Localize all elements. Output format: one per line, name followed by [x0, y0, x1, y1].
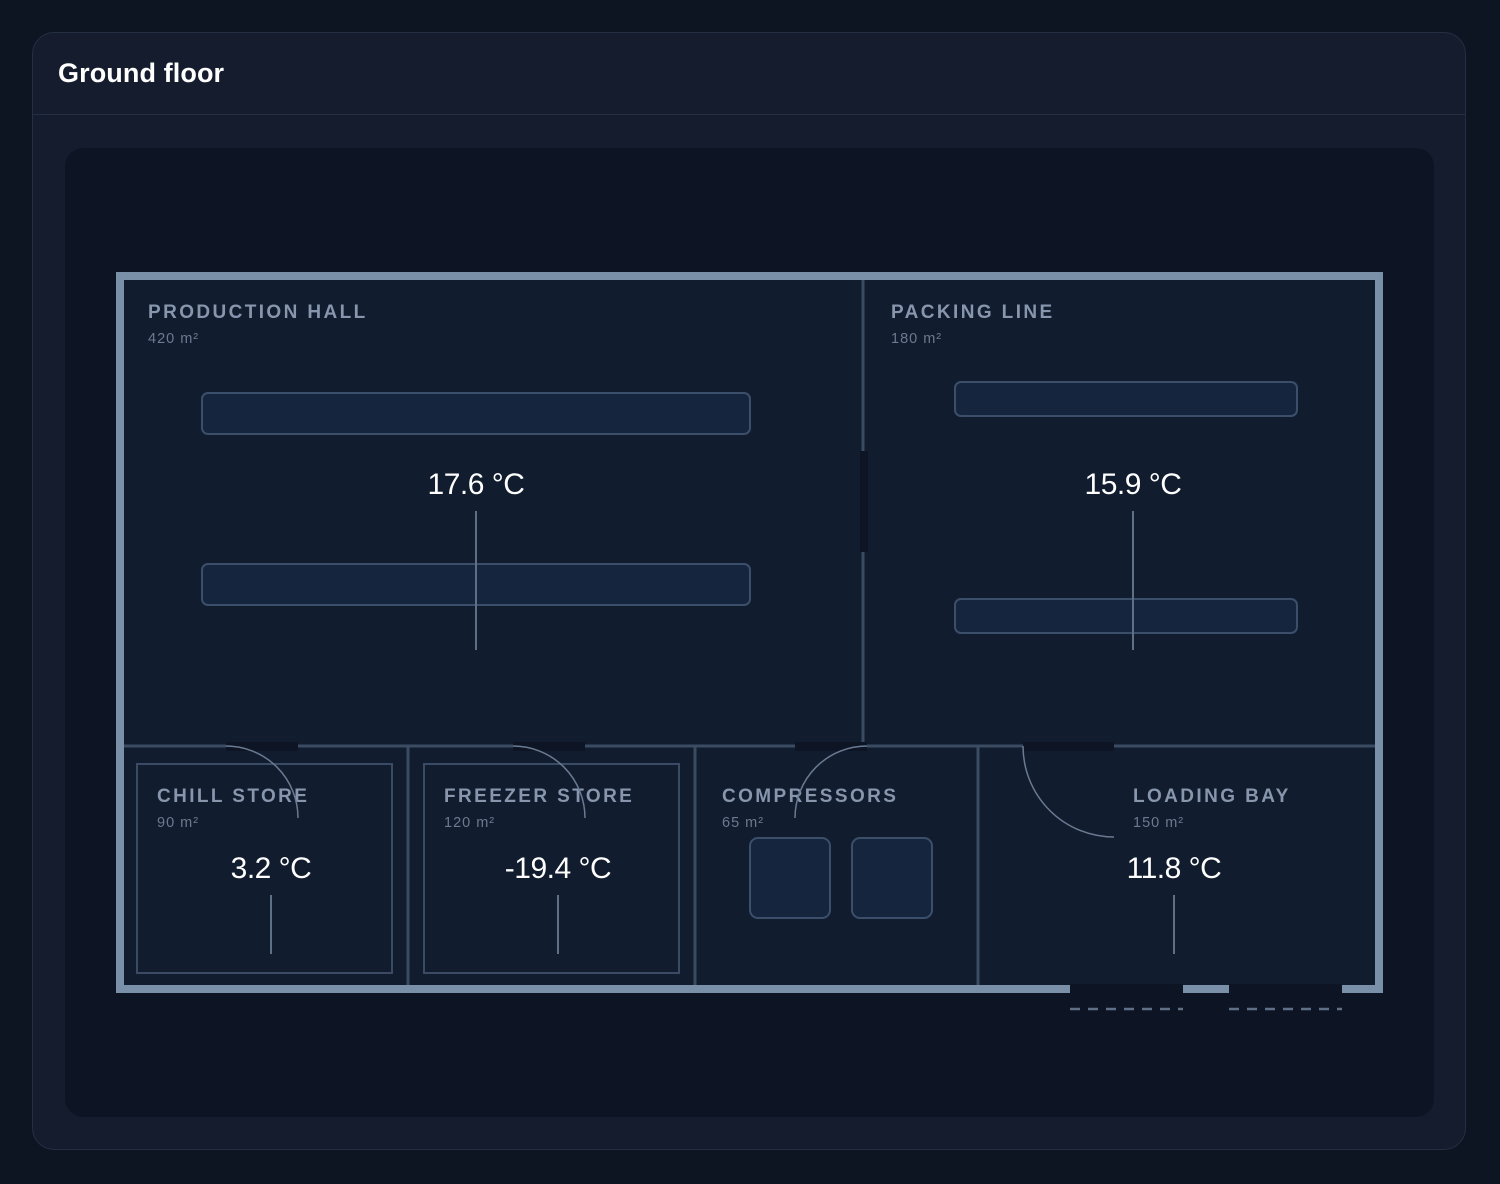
room-production-hall[interactable]: PRODUCTION HALL 420 m² 17.6 °C: [124, 280, 863, 746]
room-area: 120 m²: [444, 815, 495, 831]
room-loading-bay[interactable]: LOADING BAY 150 m² 11.8 °C: [980, 748, 1375, 985]
temperature-reading: -19.4 °C: [505, 852, 611, 885]
packing-line-equipment: [954, 381, 1298, 417]
room-compressors[interactable]: COMPRESSORS 65 m²: [697, 748, 976, 985]
production-line-equipment: [201, 392, 751, 435]
temperature-reading: 3.2 °C: [231, 852, 312, 885]
compressor-unit: [749, 837, 831, 919]
floor-plan: PRODUCTION HALL 420 m² 17.6 °C PACKING L…: [116, 272, 1383, 1011]
room-area: 65 m²: [722, 815, 764, 831]
room-name: LOADING BAY: [1133, 786, 1291, 807]
room-area: 420 m²: [148, 331, 199, 347]
room-area: 150 m²: [1133, 815, 1184, 831]
temperature-reading: 17.6 °C: [428, 468, 525, 501]
room-freezer-store[interactable]: FREEZER STORE 120 m² -19.4 °C: [410, 748, 693, 985]
packing-line-equipment: [954, 598, 1298, 634]
room-chill-store[interactable]: CHILL STORE 90 m² 3.2 °C: [124, 748, 406, 985]
dock-door-opening: [1070, 984, 1183, 994]
room-packing-line[interactable]: PACKING LINE 180 m² 15.9 °C: [865, 280, 1375, 746]
temperature-reading: 15.9 °C: [1085, 468, 1182, 501]
room-area: 180 m²: [891, 331, 942, 347]
room-name: PACKING LINE: [891, 302, 1055, 323]
room-name: FREEZER STORE: [444, 786, 634, 807]
compressor-unit: [851, 837, 933, 919]
door-opening: [860, 451, 868, 552]
room-name: CHILL STORE: [157, 786, 309, 807]
room-name: PRODUCTION HALL: [148, 302, 368, 323]
door-opening: [1023, 742, 1114, 751]
temperature-reading: 11.8 °C: [1127, 852, 1222, 885]
room-name: COMPRESSORS: [722, 786, 898, 807]
room-area: 90 m²: [157, 815, 199, 831]
dock-door-opening: [1229, 984, 1342, 994]
